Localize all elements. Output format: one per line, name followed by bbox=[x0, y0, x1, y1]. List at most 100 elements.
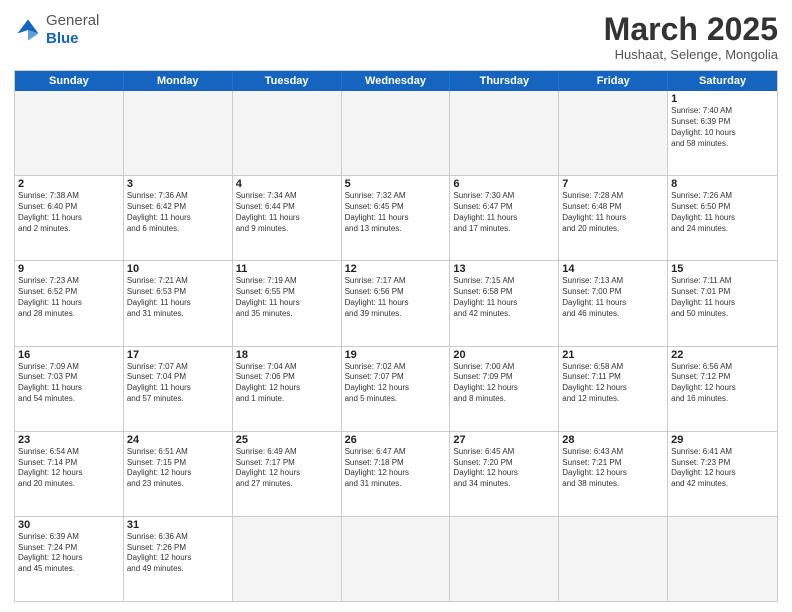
calendar-cell bbox=[559, 517, 668, 601]
calendar-cell bbox=[342, 517, 451, 601]
calendar-cell: 22Sunrise: 6:56 AM Sunset: 7:12 PM Dayli… bbox=[668, 347, 777, 431]
day-number: 9 bbox=[18, 263, 120, 275]
day-number: 24 bbox=[127, 434, 229, 446]
weekday-header: Friday bbox=[559, 71, 668, 91]
sun-info: Sunrise: 7:40 AM Sunset: 6:39 PM Dayligh… bbox=[671, 106, 774, 149]
calendar-cell: 31Sunrise: 6:36 AM Sunset: 7:26 PM Dayli… bbox=[124, 517, 233, 601]
calendar-cell bbox=[450, 517, 559, 601]
day-number: 28 bbox=[562, 434, 664, 446]
weekday-header: Sunday bbox=[15, 71, 124, 91]
calendar-row: 2Sunrise: 7:38 AM Sunset: 6:40 PM Daylig… bbox=[15, 175, 777, 260]
day-number: 18 bbox=[236, 349, 338, 361]
day-number: 2 bbox=[18, 178, 120, 190]
header: General Blue March 2025 Hushaat, Selenge… bbox=[14, 12, 778, 62]
calendar-cell: 6Sunrise: 7:30 AM Sunset: 6:47 PM Daylig… bbox=[450, 176, 559, 260]
calendar-cell: 21Sunrise: 6:58 AM Sunset: 7:11 PM Dayli… bbox=[559, 347, 668, 431]
day-number: 15 bbox=[671, 263, 774, 275]
sun-info: Sunrise: 7:02 AM Sunset: 7:07 PM Dayligh… bbox=[345, 362, 447, 405]
day-number: 25 bbox=[236, 434, 338, 446]
title-block: March 2025 Hushaat, Selenge, Mongolia bbox=[604, 12, 778, 62]
sun-info: Sunrise: 6:41 AM Sunset: 7:23 PM Dayligh… bbox=[671, 447, 774, 490]
calendar-cell: 10Sunrise: 7:21 AM Sunset: 6:53 PM Dayli… bbox=[124, 261, 233, 345]
sun-info: Sunrise: 7:30 AM Sunset: 6:47 PM Dayligh… bbox=[453, 191, 555, 234]
calendar-cell: 12Sunrise: 7:17 AM Sunset: 6:56 PM Dayli… bbox=[342, 261, 451, 345]
day-number: 5 bbox=[345, 178, 447, 190]
sun-info: Sunrise: 6:58 AM Sunset: 7:11 PM Dayligh… bbox=[562, 362, 664, 405]
calendar-cell bbox=[668, 517, 777, 601]
sun-info: Sunrise: 6:51 AM Sunset: 7:15 PM Dayligh… bbox=[127, 447, 229, 490]
calendar-cell: 9Sunrise: 7:23 AM Sunset: 6:52 PM Daylig… bbox=[15, 261, 124, 345]
calendar-cell: 15Sunrise: 7:11 AM Sunset: 7:01 PM Dayli… bbox=[668, 261, 777, 345]
calendar-cell: 25Sunrise: 6:49 AM Sunset: 7:17 PM Dayli… bbox=[233, 432, 342, 516]
calendar-cell: 1Sunrise: 7:40 AM Sunset: 6:39 PM Daylig… bbox=[668, 91, 777, 175]
calendar-cell: 23Sunrise: 6:54 AM Sunset: 7:14 PM Dayli… bbox=[15, 432, 124, 516]
sun-info: Sunrise: 6:39 AM Sunset: 7:24 PM Dayligh… bbox=[18, 532, 120, 575]
day-number: 11 bbox=[236, 263, 338, 275]
sun-info: Sunrise: 7:28 AM Sunset: 6:48 PM Dayligh… bbox=[562, 191, 664, 234]
day-number: 27 bbox=[453, 434, 555, 446]
sun-info: Sunrise: 7:21 AM Sunset: 6:53 PM Dayligh… bbox=[127, 276, 229, 319]
calendar-cell: 16Sunrise: 7:09 AM Sunset: 7:03 PM Dayli… bbox=[15, 347, 124, 431]
month-year: March 2025 bbox=[604, 12, 778, 47]
logo: General Blue bbox=[14, 12, 99, 48]
calendar-cell: 2Sunrise: 7:38 AM Sunset: 6:40 PM Daylig… bbox=[15, 176, 124, 260]
calendar-cell: 19Sunrise: 7:02 AM Sunset: 7:07 PM Dayli… bbox=[342, 347, 451, 431]
sun-info: Sunrise: 7:07 AM Sunset: 7:04 PM Dayligh… bbox=[127, 362, 229, 405]
sun-info: Sunrise: 7:15 AM Sunset: 6:58 PM Dayligh… bbox=[453, 276, 555, 319]
calendar-cell: 5Sunrise: 7:32 AM Sunset: 6:45 PM Daylig… bbox=[342, 176, 451, 260]
sun-info: Sunrise: 7:11 AM Sunset: 7:01 PM Dayligh… bbox=[671, 276, 774, 319]
day-number: 21 bbox=[562, 349, 664, 361]
day-number: 23 bbox=[18, 434, 120, 446]
page: General Blue March 2025 Hushaat, Selenge… bbox=[0, 0, 792, 612]
sun-info: Sunrise: 7:32 AM Sunset: 6:45 PM Dayligh… bbox=[345, 191, 447, 234]
calendar-cell: 26Sunrise: 6:47 AM Sunset: 7:18 PM Dayli… bbox=[342, 432, 451, 516]
sun-info: Sunrise: 6:56 AM Sunset: 7:12 PM Dayligh… bbox=[671, 362, 774, 405]
weekday-header: Thursday bbox=[450, 71, 559, 91]
calendar-cell: 4Sunrise: 7:34 AM Sunset: 6:44 PM Daylig… bbox=[233, 176, 342, 260]
calendar-cell: 17Sunrise: 7:07 AM Sunset: 7:04 PM Dayli… bbox=[124, 347, 233, 431]
logo-text: General Blue bbox=[46, 12, 99, 48]
weekday-header: Monday bbox=[124, 71, 233, 91]
day-number: 29 bbox=[671, 434, 774, 446]
calendar-cell bbox=[124, 91, 233, 175]
calendar-cell: 3Sunrise: 7:36 AM Sunset: 6:42 PM Daylig… bbox=[124, 176, 233, 260]
sun-info: Sunrise: 7:34 AM Sunset: 6:44 PM Dayligh… bbox=[236, 191, 338, 234]
day-number: 3 bbox=[127, 178, 229, 190]
location: Hushaat, Selenge, Mongolia bbox=[604, 47, 778, 62]
sun-info: Sunrise: 7:00 AM Sunset: 7:09 PM Dayligh… bbox=[453, 362, 555, 405]
sun-info: Sunrise: 7:26 AM Sunset: 6:50 PM Dayligh… bbox=[671, 191, 774, 234]
day-number: 1 bbox=[671, 93, 774, 105]
day-number: 16 bbox=[18, 349, 120, 361]
calendar: SundayMondayTuesdayWednesdayThursdayFrid… bbox=[14, 70, 778, 602]
day-number: 10 bbox=[127, 263, 229, 275]
sun-info: Sunrise: 6:47 AM Sunset: 7:18 PM Dayligh… bbox=[345, 447, 447, 490]
logo-blue-text: Blue bbox=[46, 30, 79, 47]
calendar-cell bbox=[233, 91, 342, 175]
calendar-row: 9Sunrise: 7:23 AM Sunset: 6:52 PM Daylig… bbox=[15, 260, 777, 345]
day-number: 6 bbox=[453, 178, 555, 190]
logo-general-text: General bbox=[46, 12, 99, 29]
calendar-cell bbox=[15, 91, 124, 175]
day-number: 14 bbox=[562, 263, 664, 275]
sun-info: Sunrise: 6:54 AM Sunset: 7:14 PM Dayligh… bbox=[18, 447, 120, 490]
calendar-cell: 8Sunrise: 7:26 AM Sunset: 6:50 PM Daylig… bbox=[668, 176, 777, 260]
day-number: 26 bbox=[345, 434, 447, 446]
calendar-header: SundayMondayTuesdayWednesdayThursdayFrid… bbox=[15, 71, 777, 91]
calendar-cell bbox=[559, 91, 668, 175]
calendar-row: 30Sunrise: 6:39 AM Sunset: 7:24 PM Dayli… bbox=[15, 516, 777, 601]
sun-info: Sunrise: 6:45 AM Sunset: 7:20 PM Dayligh… bbox=[453, 447, 555, 490]
sun-info: Sunrise: 7:23 AM Sunset: 6:52 PM Dayligh… bbox=[18, 276, 120, 319]
weekday-header: Tuesday bbox=[233, 71, 342, 91]
sun-info: Sunrise: 7:09 AM Sunset: 7:03 PM Dayligh… bbox=[18, 362, 120, 405]
weekday-header: Wednesday bbox=[342, 71, 451, 91]
sun-info: Sunrise: 7:04 AM Sunset: 7:06 PM Dayligh… bbox=[236, 362, 338, 405]
sun-info: Sunrise: 7:17 AM Sunset: 6:56 PM Dayligh… bbox=[345, 276, 447, 319]
day-number: 22 bbox=[671, 349, 774, 361]
calendar-cell: 24Sunrise: 6:51 AM Sunset: 7:15 PM Dayli… bbox=[124, 432, 233, 516]
day-number: 12 bbox=[345, 263, 447, 275]
sun-info: Sunrise: 7:36 AM Sunset: 6:42 PM Dayligh… bbox=[127, 191, 229, 234]
calendar-cell: 27Sunrise: 6:45 AM Sunset: 7:20 PM Dayli… bbox=[450, 432, 559, 516]
day-number: 7 bbox=[562, 178, 664, 190]
sun-info: Sunrise: 7:19 AM Sunset: 6:55 PM Dayligh… bbox=[236, 276, 338, 319]
day-number: 30 bbox=[18, 519, 120, 531]
